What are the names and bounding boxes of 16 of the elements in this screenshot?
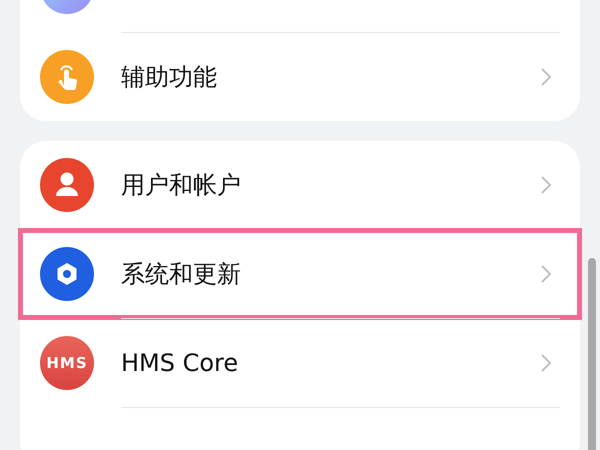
chevron-icon — [540, 67, 552, 87]
item-label: HMS Core — [121, 349, 240, 377]
settings-item[interactable]: HMS HMS Core — [20, 319, 580, 407]
settings-item[interactable]: 用户和帐户 — [20, 141, 580, 229]
item-label: 系统和更新 — [121, 259, 242, 290]
settings-item[interactable]: 辅助功能 — [20, 33, 580, 121]
chevron-icon — [540, 264, 552, 284]
chevron-icon — [540, 175, 552, 195]
hms-icon: HMS — [40, 336, 94, 390]
item-label: 用户和帐户 — [121, 170, 242, 201]
settings-icon — [40, 247, 94, 301]
hand-icon — [40, 50, 94, 104]
person-icon — [40, 158, 94, 212]
settings-item[interactable]: 系统和更新 — [20, 230, 580, 318]
chevron-icon — [540, 353, 552, 373]
item-label: 辅助功能 — [121, 62, 218, 93]
